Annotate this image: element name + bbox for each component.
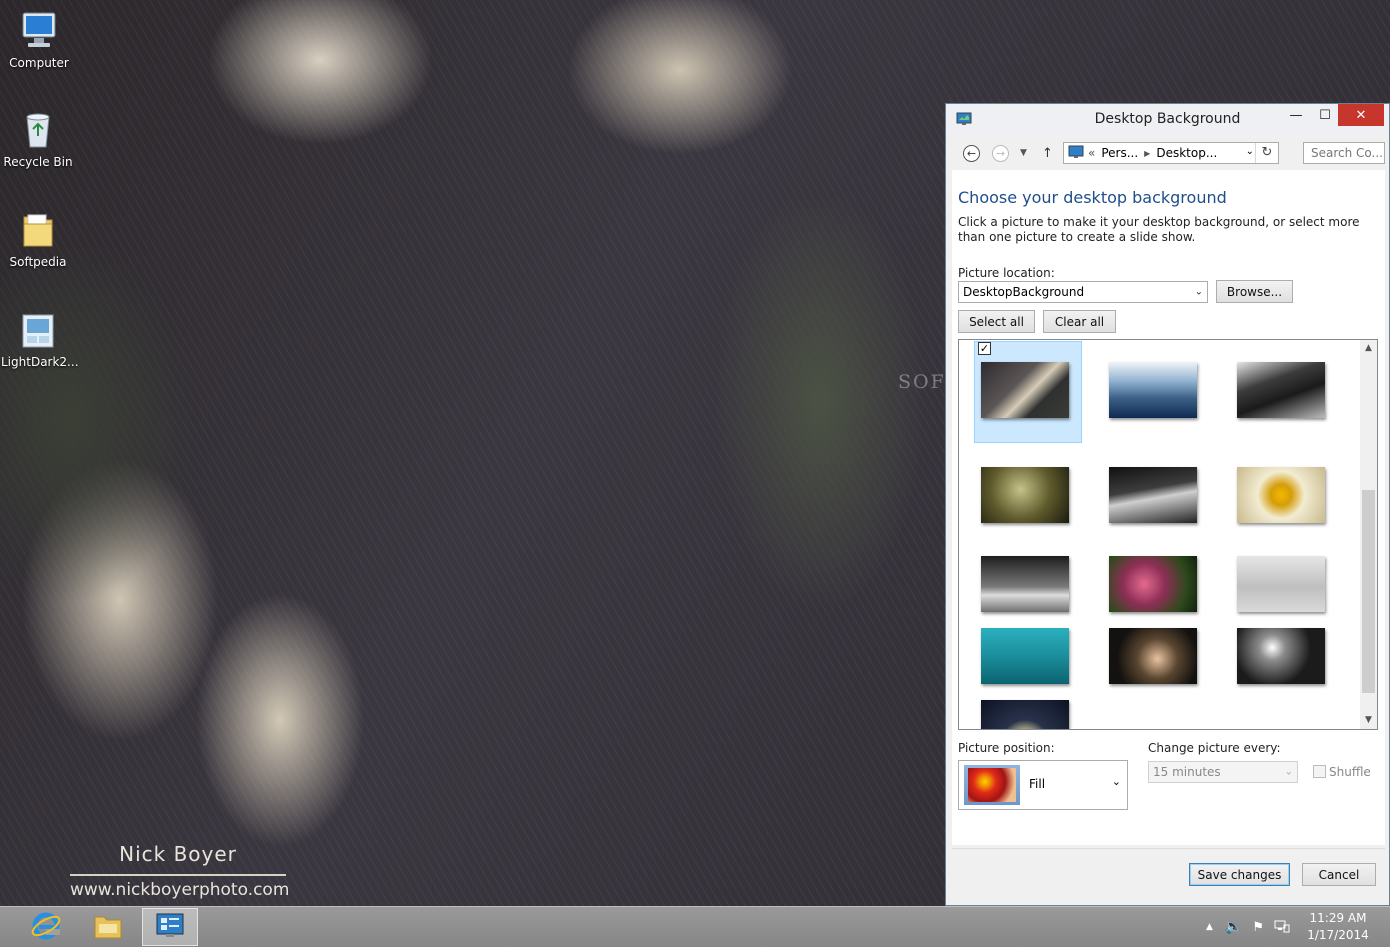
scroll-up-icon[interactable]: ▲ [1360,340,1377,357]
page-description: Click a picture to make it your desktop … [958,215,1360,244]
back-button[interactable]: ← [963,145,980,162]
title-bar[interactable]: Desktop Background — ☐ ✕ [946,104,1389,134]
wallpaper-thumbnail[interactable] [1237,467,1325,523]
network-icon[interactable] [1274,919,1290,936]
desktop-icon-label: Recycle Bin [3,155,73,169]
select-all-button[interactable]: Select all [958,310,1035,333]
wallpaper-thumbnail[interactable] [1237,362,1325,418]
page-heading: Choose your desktop background [958,188,1227,207]
cancel-button[interactable]: Cancel [1302,863,1376,886]
maximize-button[interactable]: ☐ [1309,104,1341,126]
change-every-value: 15 minutes [1153,765,1221,779]
computer-icon [19,10,59,52]
navigation-bar: ← → ▼ ↑ « Pers... ▶ Desktop... ⌄ ↻ Searc… [946,138,1390,168]
file-explorer-icon [92,911,124,944]
folder-icon [18,209,58,251]
wallpaper-thumbnail[interactable] [1237,556,1325,612]
desktop: Computer Recycle Bin Softpedia LightDark… [0,0,945,906]
address-bar[interactable]: « Pers... ▶ Desktop... ⌄ ↻ [1063,142,1279,164]
wallpaper-thumbnail[interactable] [981,467,1069,523]
desktop-icon-computer[interactable]: Computer [2,10,76,70]
wallpaper-thumbnail[interactable] [1109,362,1197,418]
picture-location-value: DesktopBackground [963,285,1085,299]
search-input[interactable]: Search Co... [1303,142,1385,164]
address-dropdown-icon[interactable]: ⌄ [1246,146,1254,157]
system-tray: ▲ 🔈 ⚑ 11:29 AM 1/17/2014 [1206,907,1390,947]
save-changes-button[interactable]: Save changes [1189,863,1290,886]
desktop-background-window: Desktop Background — ☐ ✕ ← → ▼ ↑ « Pers.… [945,103,1390,906]
browse-button[interactable]: Browse... [1216,280,1293,303]
main-content: Choose your desktop background Click a p… [952,170,1385,845]
shuffle-label: Shuffle [1329,765,1371,779]
refresh-button[interactable]: ↻ [1255,143,1278,163]
internet-explorer-icon [30,910,62,945]
action-center-flag-icon[interactable]: ⚑ [1252,920,1264,935]
picture-position-value: Fill [1029,777,1046,791]
photographer-name: Nick Boyer [70,842,286,876]
chevron-down-icon: ⌄ [1111,775,1121,788]
wallpaper-thumbnail[interactable] [981,700,1069,729]
taskbar: ▲ 🔈 ⚑ 11:29 AM 1/17/2014 [0,906,1390,947]
desktop-icon-label: Computer [9,56,69,70]
gallery-scrollbar[interactable]: ▲ ▼ [1360,340,1377,729]
shuffle-checkbox[interactable] [1313,765,1326,778]
control-panel-taskbar-icon [154,911,186,944]
volume-icon[interactable]: 🔈 [1225,919,1242,935]
desktop-icon-label: Softpedia [9,255,67,269]
breadcrumb-overflow[interactable]: « [1088,146,1095,160]
control-panel-taskbar-button[interactable] [142,908,198,946]
picture-gallery: ✓ ▲ ▼ [958,339,1378,730]
scroll-down-icon[interactable]: ▼ [1360,712,1377,729]
internet-explorer-button[interactable] [18,908,74,946]
forward-button[interactable]: → [992,145,1009,162]
picture-location-select[interactable]: DesktopBackground ⌄ [958,281,1208,303]
picture-position-select[interactable]: Fill ⌄ [958,760,1128,810]
wallpaper-thumbnail[interactable] [1109,556,1197,612]
minimize-button[interactable]: — [1280,104,1312,126]
wallpaper-thumbnail[interactable] [1109,628,1197,684]
wallpaper-thumbnail[interactable] [981,362,1069,418]
picture-position-label: Picture position: [958,741,1055,755]
wallpaper-thumbnail[interactable] [1109,467,1197,523]
show-hidden-icons-icon[interactable]: ▲ [1206,922,1213,932]
theme-file-icon [18,309,58,351]
picture-location-label: Picture location: [958,266,1055,280]
desktop-icon-lightdark[interactable]: LightDark2... [1,309,79,369]
recycle-bin-icon [18,109,58,151]
photographer-url: www.nickboyerphoto.com [70,880,290,900]
breadcrumb-personalization[interactable]: Pers... [1101,146,1138,160]
chevron-down-icon: ⌄ [1194,286,1203,298]
desktop-icon-recycle-bin[interactable]: Recycle Bin [1,109,75,169]
change-every-select[interactable]: 15 minutes ⌄ [1148,761,1298,783]
change-every-label: Change picture every: [1148,741,1281,755]
photographer-credit: Nick Boyer www.nickboyerphoto.com [70,842,290,900]
wallpaper-thumbnail[interactable] [981,556,1069,612]
footer-bar: Save changes Cancel [952,848,1385,902]
control-panel-icon [1068,145,1084,162]
fill-preview-icon [964,765,1020,805]
wallpaper-thumbnail[interactable] [1237,628,1325,684]
recent-locations-icon[interactable]: ▼ [1020,148,1027,158]
desktop-icon-softpedia[interactable]: Softpedia [1,209,75,269]
clock-time: 11:29 AM [1309,911,1367,925]
clock-date: 1/17/2014 [1307,928,1369,942]
wallpaper-thumbnail[interactable] [981,628,1069,684]
breadcrumb-desktop-background[interactable]: Desktop... [1156,146,1217,160]
scrollbar-thumb[interactable] [1362,490,1375,693]
up-button[interactable]: ↑ [1042,146,1053,161]
clear-all-button[interactable]: Clear all [1043,310,1116,333]
close-button[interactable]: ✕ [1338,104,1384,126]
thumbnail-checkbox[interactable]: ✓ [978,342,991,355]
clock[interactable]: 11:29 AM 1/17/2014 [1298,910,1378,944]
file-explorer-button[interactable] [80,908,136,946]
chevron-down-icon: ⌄ [1284,766,1293,778]
desktop-icon-label: LightDark2... [1,355,79,369]
chevron-right-icon: ▶ [1144,148,1151,158]
